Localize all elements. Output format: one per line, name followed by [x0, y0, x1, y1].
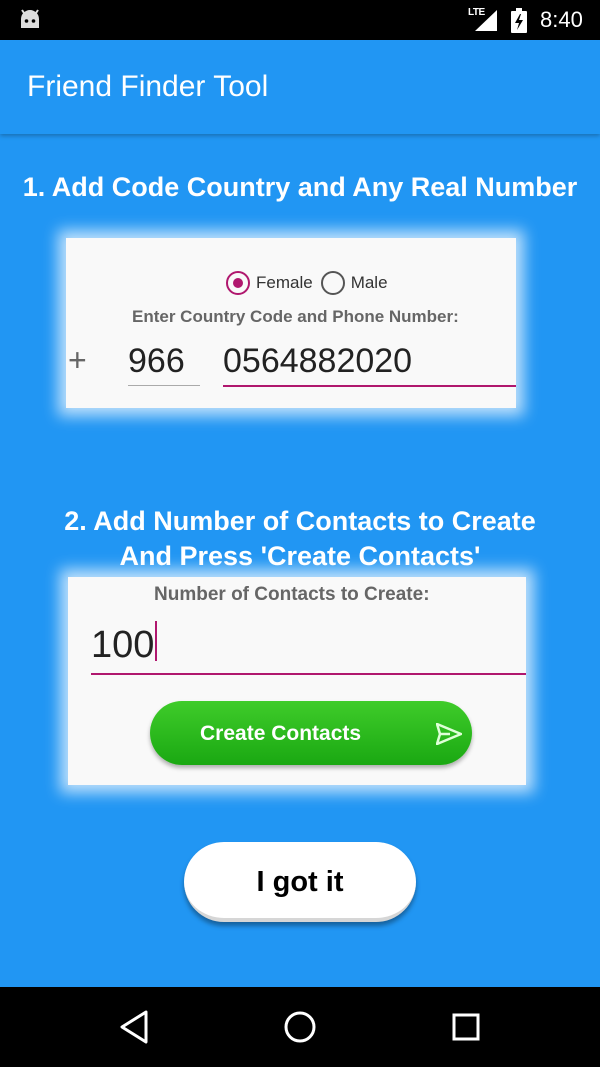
lte-signal-icon [474, 10, 498, 37]
female-radio [226, 271, 250, 295]
app-bar: Friend Finder Tool [0, 40, 600, 134]
country-code-field: 966 [128, 342, 200, 386]
step2-line2: And Press 'Create Contacts' [119, 541, 481, 571]
phone-hint: Enter Country Code and Phone Number: [132, 307, 459, 326]
step1-instruction: 1. Add Code Country and Any Real Number [22, 172, 578, 202]
step2-instruction: 2. Add Number of Contacts to Create And … [0, 504, 600, 574]
home-icon[interactable] [283, 1009, 317, 1050]
android-robot-icon [18, 8, 42, 35]
contacts-count-value: 100 [91, 624, 155, 666]
contacts-count-field: 100 [91, 621, 526, 675]
step1-example-image: Female Male Enter Country Code and Phone… [66, 238, 516, 408]
recents-icon[interactable] [451, 1009, 481, 1050]
gender-radio-group: Female Male [226, 271, 396, 295]
send-icon [435, 722, 463, 751]
phone-number-field: 0564882020 [223, 342, 516, 387]
status-bar: LTE 8:40 [0, 0, 600, 40]
male-radio [320, 271, 345, 295]
status-time: 8:40 [540, 7, 583, 32]
battery-charging-icon [511, 8, 527, 38]
navigation-bar [0, 987, 600, 1067]
plus-sign: + [68, 342, 87, 378]
create-contacts-example-button: Create Contacts [150, 701, 472, 765]
step2-line1: 2. Add Number of Contacts to Create [64, 506, 536, 536]
step2-example-image: Number of Contacts to Create: 100 Create… [68, 577, 526, 785]
male-label: Male [350, 273, 388, 292]
female-label: Female [256, 273, 313, 292]
app-title: Friend Finder Tool [27, 70, 269, 103]
create-contacts-label: Create Contacts [200, 722, 362, 745]
i-got-it-button[interactable]: I got it [184, 842, 416, 922]
text-cursor [155, 621, 158, 661]
contacts-hint: Number of Contacts to Create: [154, 584, 430, 605]
back-icon[interactable] [118, 1009, 150, 1050]
